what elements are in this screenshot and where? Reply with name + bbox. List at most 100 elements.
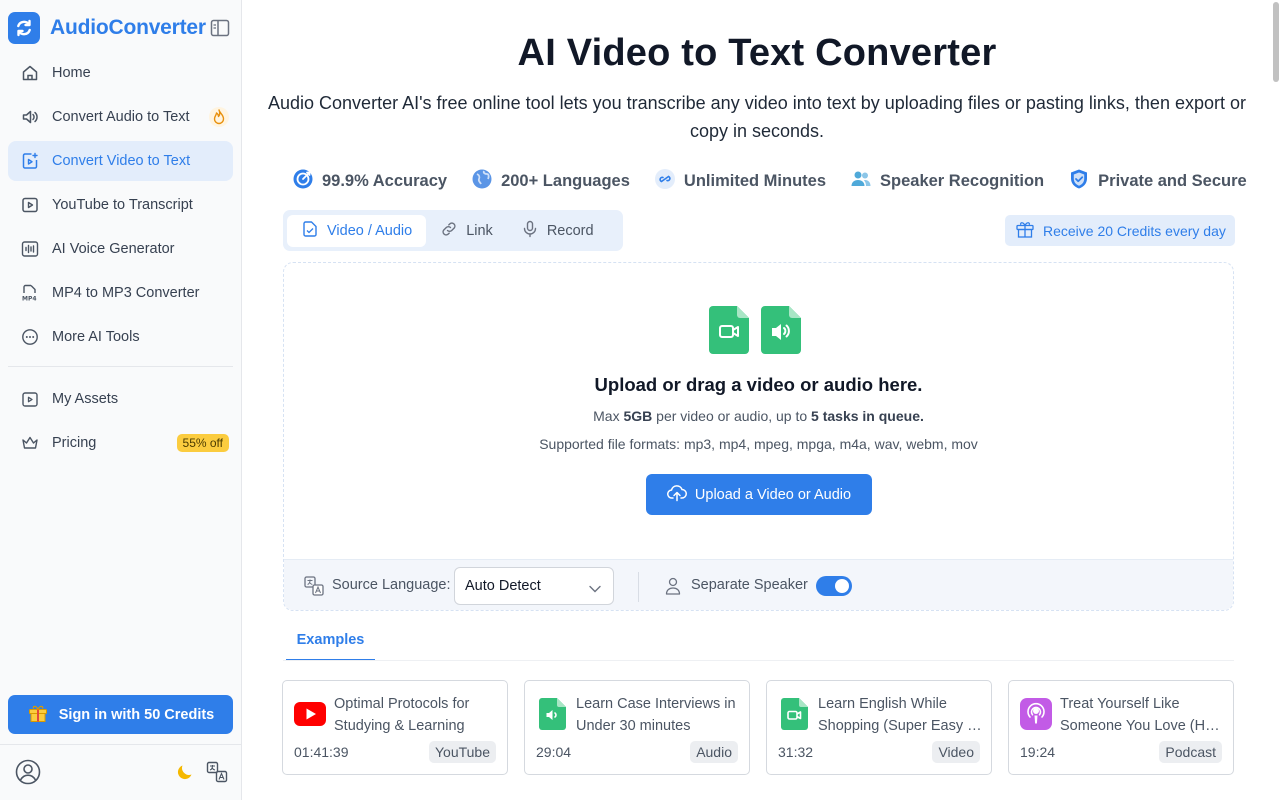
language-icon[interactable]	[206, 761, 228, 788]
feature-languages: 200+ Languages	[471, 168, 630, 195]
examples-divider	[283, 660, 1234, 661]
sidebar-item-label: My Assets	[52, 391, 119, 407]
upload-dropzone[interactable]: Upload or drag a video or audio here. Ma…	[283, 262, 1234, 611]
sidebar-item-home[interactable]: Home	[8, 53, 233, 93]
globe-icon	[471, 168, 501, 195]
waveform-icon	[20, 239, 40, 259]
upload-limits-middle: per video or audio, up to	[652, 408, 812, 424]
upload-file-icons	[709, 306, 813, 359]
translate-icon	[304, 576, 324, 601]
sidebar-item-label: Convert Audio to Text	[52, 109, 190, 125]
feature-label: 200+ Languages	[501, 171, 630, 190]
sidebar-collapse-icon[interactable]	[210, 19, 230, 37]
page-scrollbar[interactable]	[1272, 0, 1280, 800]
link-icon	[440, 220, 466, 242]
sidebar-item-pricing[interactable]: Pricing 55% off	[8, 423, 233, 463]
accuracy-icon	[292, 168, 322, 195]
tab-examples[interactable]: Examples	[286, 630, 375, 661]
sidebar-item-label: AI Voice Generator	[52, 241, 175, 257]
example-duration: 19:24	[1020, 744, 1056, 760]
feature-unlimited: Unlimited Minutes	[654, 168, 826, 195]
source-language-select[interactable]: Auto Detect	[454, 567, 614, 605]
upload-limits-prefix: Max	[593, 408, 624, 424]
example-title: Learn English While Shopping (Super Easy …	[818, 693, 984, 737]
page-title: AI Video to Text Converter	[517, 32, 997, 74]
cloud-upload-icon	[666, 484, 695, 506]
moon-icon[interactable]	[175, 762, 195, 787]
sidebar-item-more-tools[interactable]: More AI Tools	[8, 317, 233, 357]
video-file-icon	[778, 698, 810, 730]
scrollbar-thumb[interactable]	[1273, 2, 1279, 82]
example-duration: 01:41:39	[294, 744, 349, 760]
sidebar-item-label: Home	[52, 65, 91, 81]
sidebar-item-youtube-transcript[interactable]: YouTube to Transcript	[8, 185, 233, 225]
upload-title: Upload or drag a video or audio here.	[594, 374, 923, 395]
gift-icon	[27, 702, 49, 728]
feature-speaker: Speaker Recognition	[850, 168, 1044, 195]
separate-speaker-label: Separate Speaker	[691, 577, 808, 593]
file-icon	[301, 220, 327, 242]
more-icon	[20, 327, 40, 347]
example-tag: YouTube	[428, 741, 496, 763]
home-icon	[20, 63, 40, 83]
separate-speaker-toggle[interactable]	[816, 576, 852, 596]
tab-label: Video / Audio	[327, 222, 413, 239]
example-tag: Podcast	[1159, 741, 1222, 763]
user-account-icon[interactable]	[15, 759, 41, 790]
tab-video-audio[interactable]: Video / Audio	[287, 214, 427, 247]
example-card[interactable]: Treat Yourself Like Someone You Love (Ho……	[1008, 680, 1234, 775]
sidebar-item-convert-video[interactable]: Convert Video to Text	[8, 141, 233, 181]
sidebar-nav: Home Convert Audio to Text Convert Video…	[8, 53, 233, 467]
main-content: AI Video to Text Converter Audio Convert…	[242, 0, 1272, 800]
tab-link[interactable]: Link	[426, 215, 507, 247]
video-file-icon	[709, 306, 749, 359]
upload-formats: Supported file formats: mp3, mp4, mpeg, …	[539, 436, 978, 452]
sidebar-item-label: More AI Tools	[52, 329, 140, 345]
tab-record[interactable]: Record	[507, 215, 608, 247]
infinity-icon	[654, 168, 684, 195]
person-icon	[665, 577, 681, 600]
input-mode-tabs: Video / Audio Link Record	[283, 210, 623, 251]
example-card[interactable]: Learn Case Interviews in Under 30 minutes…	[524, 680, 750, 775]
video-file-icon	[20, 151, 40, 171]
discount-badge: 55% off	[176, 434, 229, 452]
feature-accuracy: 99.9% Accuracy	[292, 168, 447, 195]
example-title-line: Shopping (Super Easy f…	[818, 718, 984, 734]
upload-limits: Max 5GB per video or audio, up to 5 task…	[284, 408, 1233, 424]
gift-icon	[1015, 219, 1043, 242]
tab-label: Link	[466, 222, 493, 239]
example-duration: 31:32	[778, 744, 814, 760]
sidebar-item-mp4-mp3[interactable]: MP4 MP4 to MP3 Converter	[8, 273, 233, 313]
options-divider	[638, 572, 639, 602]
microphone-icon	[521, 220, 547, 242]
upload-button[interactable]: Upload a Video or Audio	[646, 474, 872, 515]
brand[interactable]: AudioConverter	[8, 12, 232, 44]
sign-in-button[interactable]: Sign in with 50 Credits	[8, 695, 233, 734]
upload-max-tasks: 5 tasks in queue.	[811, 408, 924, 424]
example-title-line: Optimal Protocols for	[334, 696, 470, 712]
feature-list: 99.9% Accuracy 200+ Languages Unlimited …	[292, 168, 1247, 195]
mp4-icon: MP4	[20, 283, 40, 303]
chevron-down-icon	[589, 581, 601, 597]
youtube-icon	[20, 195, 40, 215]
feature-label: Unlimited Minutes	[683, 171, 827, 190]
example-duration: 29:04	[536, 744, 572, 760]
sidebar-item-label: Convert Video to Text	[52, 153, 191, 169]
podcast-icon	[1020, 698, 1052, 730]
example-title-line: Treat Yourself Like	[1060, 696, 1180, 712]
feature-label: Private and Secure	[1098, 171, 1247, 190]
sign-in-label: Sign in with 50 Credits	[58, 706, 215, 723]
fire-icon	[209, 107, 229, 127]
feature-label: Speaker Recognition	[880, 171, 1045, 190]
example-card[interactable]: Learn English While Shopping (Super Easy …	[766, 680, 992, 775]
source-language-value: Auto Detect	[465, 578, 541, 594]
examples-list: Optimal Protocols for Studying & Learning…	[282, 680, 1250, 775]
daily-credits-banner[interactable]: Receive 20 Credits every day	[1005, 215, 1235, 246]
sidebar-divider	[8, 366, 233, 367]
sidebar-item-convert-audio[interactable]: Convert Audio to Text	[8, 97, 233, 137]
example-card[interactable]: Optimal Protocols for Studying & Learning…	[282, 680, 508, 775]
brand-name: AudioConverter	[50, 16, 206, 39]
upload-button-label: Upload a Video or Audio	[694, 486, 852, 503]
sidebar-item-my-assets[interactable]: My Assets	[8, 379, 233, 419]
sidebar-item-ai-voice[interactable]: AI Voice Generator	[8, 229, 233, 269]
